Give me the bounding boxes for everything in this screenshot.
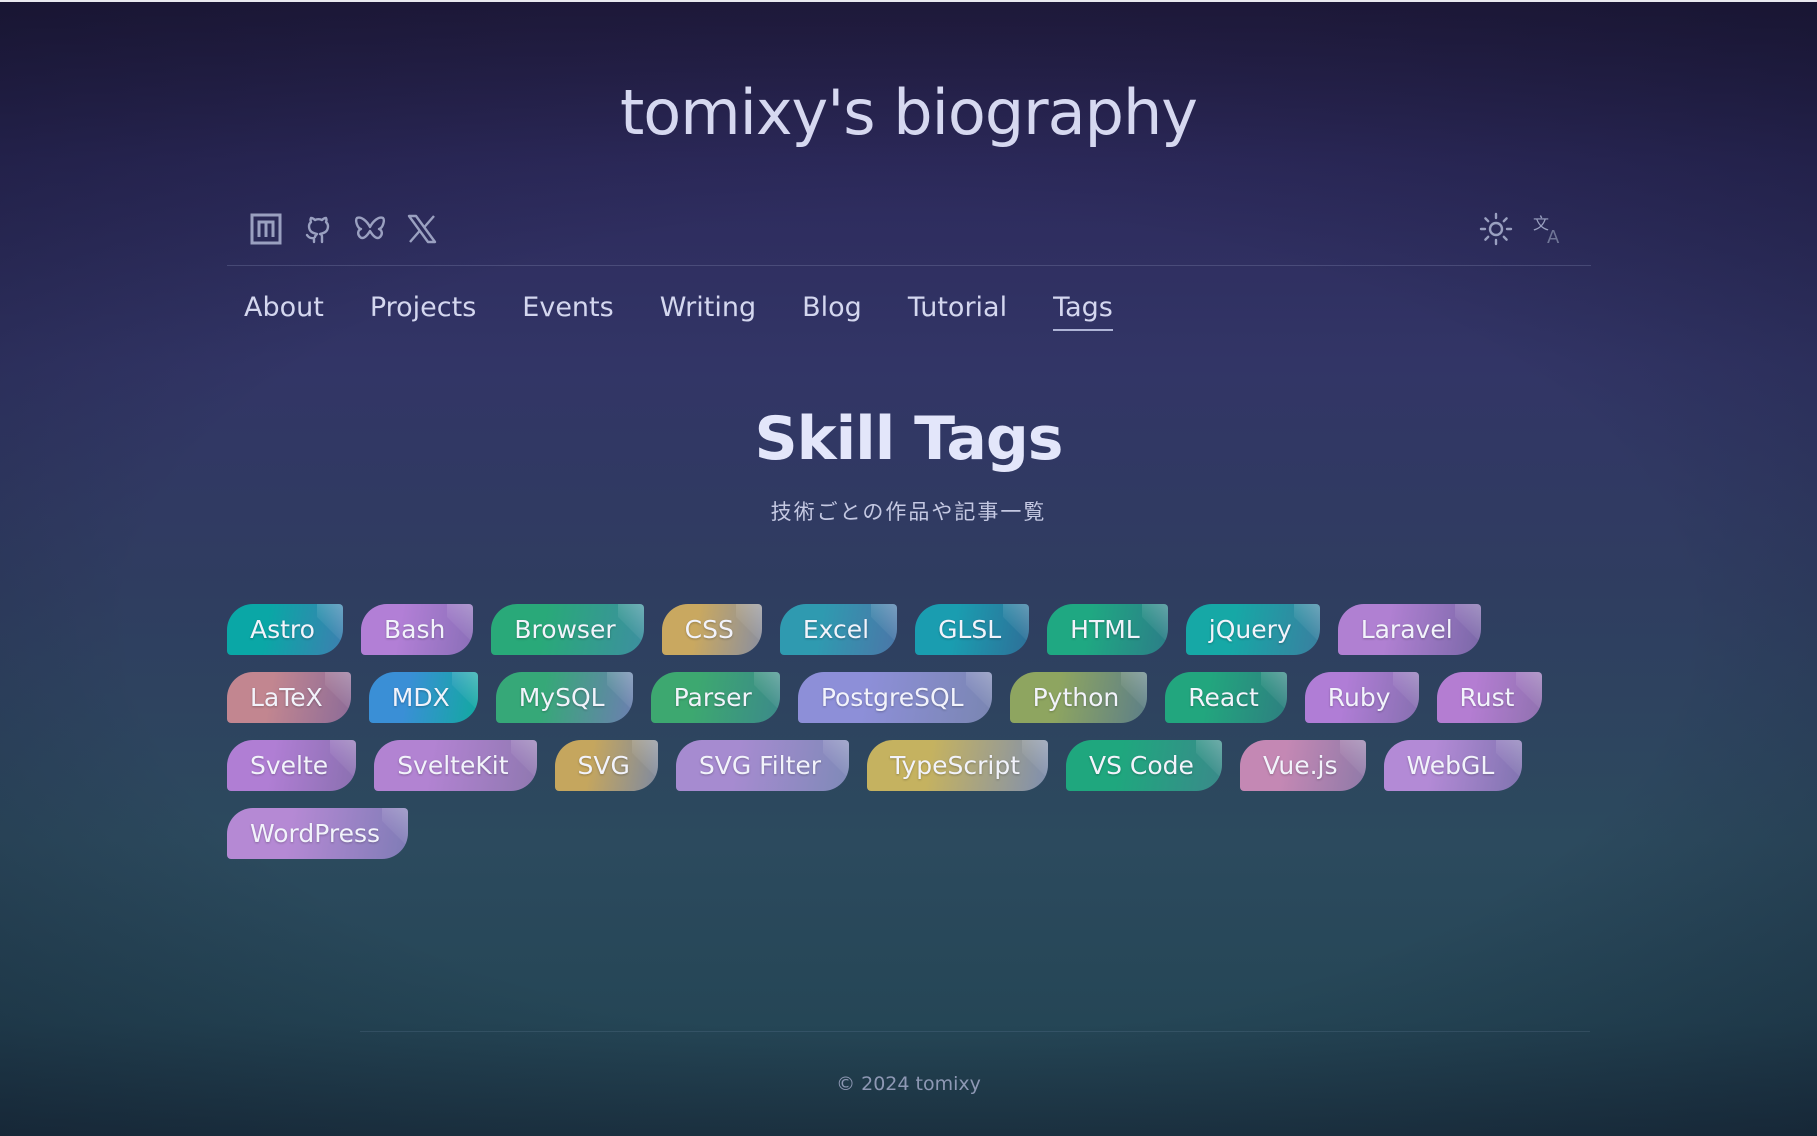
tag-jquery[interactable]: jQuery <box>1185 604 1320 655</box>
tag-webgl[interactable]: WebGL <box>1383 740 1523 791</box>
tag-browser[interactable]: Browser <box>491 604 644 655</box>
tag-parser[interactable]: Parser <box>650 672 780 723</box>
footer-divider <box>360 1031 1590 1032</box>
tag-sveltekit[interactable]: SvelteKit <box>374 740 537 791</box>
site-title[interactable]: tomixy's biography <box>0 76 1817 149</box>
copyright: © 2024 tomixy <box>836 1073 981 1095</box>
tag-mdx[interactable]: MDX <box>368 672 478 723</box>
note-icon[interactable] <box>247 210 285 248</box>
toolbar: 文 A <box>227 200 1591 266</box>
theme-toggle-icon[interactable] <box>1477 210 1515 248</box>
github-icon[interactable] <box>299 210 337 248</box>
tag-ruby[interactable]: Ruby <box>1304 672 1419 723</box>
x-icon[interactable] <box>403 210 441 248</box>
tag-mysql[interactable]: MySQL <box>495 672 633 723</box>
tag-latex[interactable]: LaTeX <box>227 672 351 723</box>
tag-vs-code[interactable]: VS Code <box>1066 740 1222 791</box>
social-links <box>247 210 441 248</box>
tag-vuejs[interactable]: Vue.js <box>1239 740 1366 791</box>
tag-html[interactable]: HTML <box>1047 604 1168 655</box>
tag-wordpress[interactable]: WordPress <box>227 808 409 859</box>
tag-svelte[interactable]: Svelte <box>227 740 357 791</box>
svg-text:A: A <box>1547 227 1560 246</box>
tag-python[interactable]: Python <box>1009 672 1148 723</box>
tag-svg[interactable]: SVG <box>554 740 658 791</box>
tag-css[interactable]: CSS <box>661 604 762 655</box>
nav-tags[interactable]: Tags <box>1053 292 1113 331</box>
tag-react[interactable]: React <box>1165 672 1287 723</box>
nav-about[interactable]: About <box>244 292 324 331</box>
preferences: 文 A <box>1477 210 1567 248</box>
nav-tutorial[interactable]: Tutorial <box>908 292 1007 331</box>
tag-list: Astro Bash Browser CSS Excel GLSL HTML j… <box>227 604 1597 859</box>
main-nav: About Projects Events Writing Blog Tutor… <box>244 292 1113 331</box>
tag-bash[interactable]: Bash <box>360 604 474 655</box>
tag-glsl[interactable]: GLSL <box>915 604 1030 655</box>
tag-typescript[interactable]: TypeScript <box>867 740 1049 791</box>
nav-writing[interactable]: Writing <box>660 292 756 331</box>
tag-svg-filter[interactable]: SVG Filter <box>675 740 850 791</box>
tag-rust[interactable]: Rust <box>1436 672 1543 723</box>
tag-laravel[interactable]: Laravel <box>1337 604 1481 655</box>
page-title: Skill Tags <box>754 404 1063 474</box>
page-subtitle: 技術ごとの作品や記事一覧 <box>770 500 1047 524</box>
tag-astro[interactable]: Astro <box>227 604 343 655</box>
nav-blog[interactable]: Blog <box>802 292 862 331</box>
translate-icon[interactable]: 文 A <box>1529 210 1567 248</box>
nav-projects[interactable]: Projects <box>370 292 476 331</box>
top-border <box>0 0 1817 2</box>
bluesky-icon[interactable] <box>351 210 389 248</box>
tag-postgresql[interactable]: PostgreSQL <box>797 672 992 723</box>
tag-excel[interactable]: Excel <box>779 604 898 655</box>
nav-events[interactable]: Events <box>522 292 613 331</box>
